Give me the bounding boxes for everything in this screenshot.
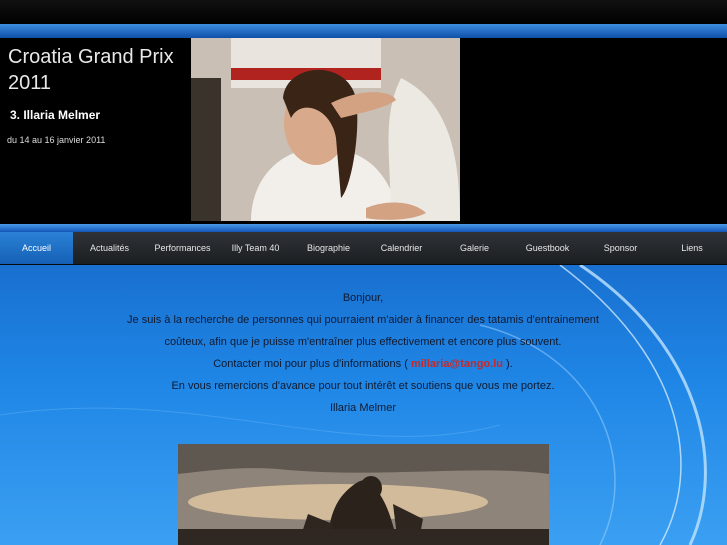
signature: Illaria Melmer (329, 402, 396, 414)
nav-performances[interactable]: Performances (146, 232, 219, 264)
news-headline: 3. Illaria Melmer (10, 108, 101, 122)
news-date: du 14 au 16 janvier 2011 (7, 135, 106, 145)
greeting-text: Bonjour, (342, 292, 384, 304)
main-nav: Accueil Actualités Performances Illy Tea… (0, 232, 727, 265)
request-line-2: coûteux, afin que je puisse m'entraîner … (164, 336, 562, 348)
contact-email-link[interactable]: millaria@tango.lu (411, 358, 503, 370)
nav-calendrier[interactable]: Calendrier (365, 232, 438, 264)
nav-sponsor[interactable]: Sponsor (584, 232, 657, 264)
site-title: Croatia Grand Prix 2011 (8, 46, 174, 94)
nav-guestbook[interactable]: Guestbook (511, 232, 584, 264)
header-accent-strip (0, 24, 727, 38)
contact-prefix: Contacter moi pour plus d'informations ( (213, 358, 408, 370)
contact-line: Contacter moi pour plus d'informations (… (100, 353, 626, 375)
nav-accueil[interactable]: Accueil (0, 232, 73, 264)
thanks-text: En vous remercions d'avance pour tout in… (171, 380, 555, 392)
main-content: Bonjour, Je suis à la recherche de perso… (100, 287, 626, 419)
top-bar (0, 0, 727, 24)
hero-photo (191, 38, 460, 221)
contact-suffix: ). (506, 358, 513, 370)
training-photo (178, 444, 549, 545)
nav-actualites[interactable]: Actualités (73, 232, 146, 264)
nav-biographie[interactable]: Biographie (292, 232, 365, 264)
nav-galerie[interactable]: Galerie (438, 232, 511, 264)
nav-liens[interactable]: Liens (657, 232, 727, 264)
request-line-1: Je suis à la recherche de personnes qui … (127, 314, 599, 326)
nav-illy-team-40[interactable]: Illy Team 40 (219, 232, 292, 264)
nav-accent-strip (0, 224, 727, 232)
